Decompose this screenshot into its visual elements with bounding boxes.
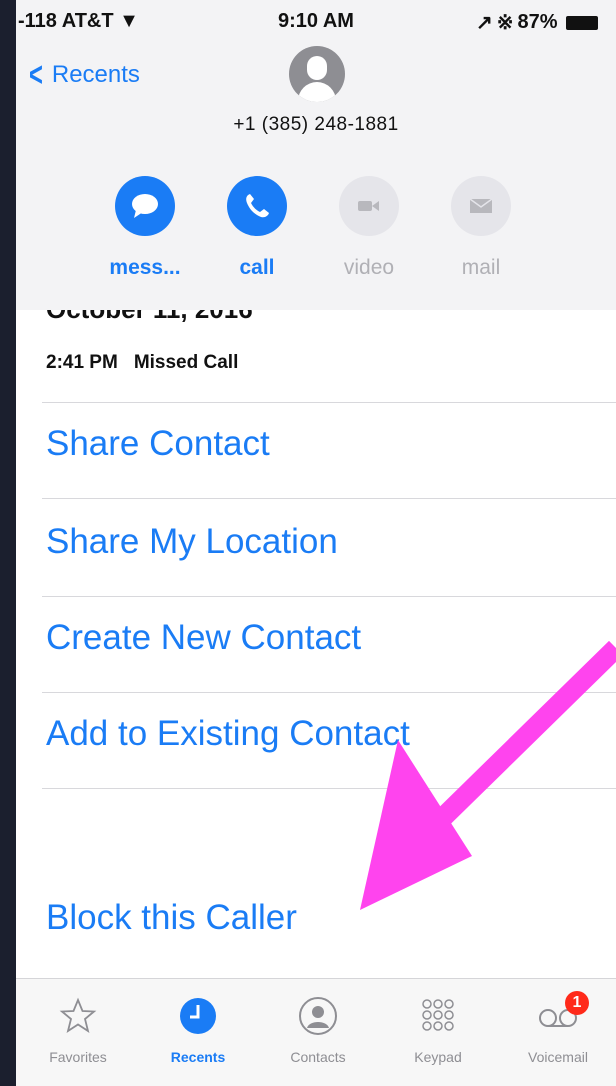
video-label: video bbox=[343, 256, 395, 279]
clock-icon bbox=[143, 993, 253, 1039]
call-type: Missed Call bbox=[133, 352, 239, 373]
avatar-body bbox=[298, 82, 336, 102]
tab-keypad[interactable]: Keypad bbox=[383, 993, 493, 1065]
share-contact-button[interactable]: Share Contact bbox=[46, 424, 270, 464]
call-action[interactable]: call bbox=[212, 176, 302, 280]
message-label: mess... bbox=[109, 256, 181, 279]
create-contact-button[interactable]: Create New Contact bbox=[46, 618, 361, 658]
star-icon bbox=[23, 993, 133, 1039]
mail-action[interactable]: mail bbox=[436, 176, 526, 280]
contact-header: -118 AT&T ▼ 9:10 AM ↗ ※ 87% < Recents +1… bbox=[16, 0, 616, 310]
tab-favorites[interactable]: Favorites bbox=[23, 993, 133, 1065]
block-caller-button[interactable]: Block this Caller bbox=[46, 898, 297, 938]
divider bbox=[42, 692, 616, 693]
call-label: call bbox=[239, 256, 275, 279]
voicemail-badge: 1 bbox=[565, 991, 589, 1015]
battery-icon bbox=[565, 15, 598, 30]
tab-label: Recents bbox=[170, 1049, 226, 1065]
status-bar: -118 AT&T ▼ 9:10 AM ↗ ※ 87% bbox=[16, 0, 616, 40]
tab-label: Voicemail bbox=[528, 1049, 588, 1065]
bluetooth-icon: ※ bbox=[496, 12, 514, 34]
divider bbox=[42, 402, 616, 403]
location-icon: ↗ bbox=[476, 12, 493, 34]
tab-label: Contacts bbox=[290, 1049, 346, 1065]
carrier-label: -118 AT&T bbox=[18, 10, 114, 32]
wifi-icon: ▼ bbox=[119, 10, 139, 32]
message-icon bbox=[115, 176, 175, 236]
status-right: ↗ ※ 87% bbox=[476, 10, 598, 35]
keypad-icon bbox=[383, 993, 493, 1039]
video-icon bbox=[339, 176, 399, 236]
avatar-head bbox=[307, 56, 327, 80]
battery-percent: 87% bbox=[517, 11, 558, 33]
mail-label: mail bbox=[461, 256, 501, 279]
add-existing-contact-button[interactable]: Add to Existing Contact bbox=[46, 714, 410, 754]
phone-icon bbox=[227, 176, 287, 236]
chevron-left-icon: < bbox=[28, 56, 43, 94]
tab-contacts[interactable]: Contacts bbox=[263, 993, 373, 1065]
divider bbox=[42, 788, 616, 789]
voicemail-icon bbox=[503, 993, 613, 1039]
tab-voicemail[interactable]: 1 Voicemail bbox=[503, 991, 613, 1065]
share-location-button[interactable]: Share My Location bbox=[46, 522, 338, 562]
phone-screen: October 11, 2016 2:41 PMMissed Call Shar… bbox=[16, 0, 616, 1086]
carrier-signal: -118 AT&T ▼ bbox=[18, 10, 139, 33]
back-label: Recents bbox=[51, 61, 140, 88]
tab-recents[interactable]: Recents bbox=[143, 993, 253, 1065]
call-history-row: 2:41 PM Missed Call bbox=[46, 352, 238, 374]
message-action[interactable]: mess... bbox=[100, 176, 190, 280]
tab-bar: Favorites Recents Contacts Keypad 1 Voic… bbox=[16, 978, 616, 1086]
tab-label: Keypad bbox=[414, 1049, 462, 1065]
contact-phone-number: +1 (385) 248-1881 bbox=[233, 114, 399, 135]
video-action[interactable]: video bbox=[324, 176, 414, 280]
back-button[interactable]: < Recents bbox=[26, 56, 140, 94]
avatar bbox=[289, 46, 345, 102]
mail-icon bbox=[451, 176, 511, 236]
call-time: 2:41 PM bbox=[46, 352, 118, 373]
tab-label: Favorites bbox=[49, 1049, 107, 1065]
status-time: 9:10 AM bbox=[278, 10, 354, 32]
divider bbox=[42, 498, 616, 499]
divider bbox=[42, 596, 616, 597]
contacts-icon bbox=[263, 993, 373, 1039]
